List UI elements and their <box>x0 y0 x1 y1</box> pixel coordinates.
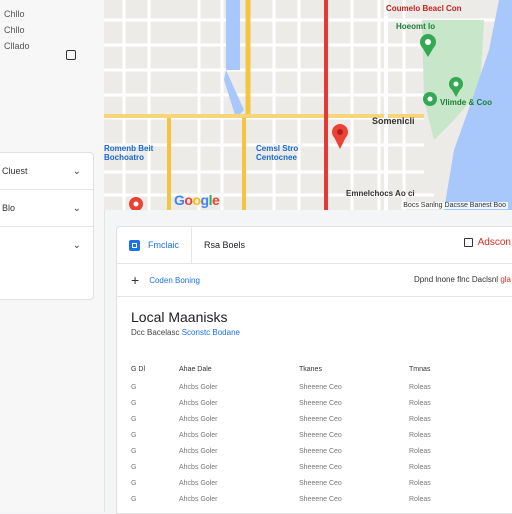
map-view[interactable]: Coumelo Beacl Con Hoeomt lo Somenlcli Vl… <box>104 0 512 210</box>
column-header[interactable]: Ahae Dale <box>179 366 212 373</box>
table-cell: G <box>131 384 137 391</box>
toolbar-info: Dpnd lnone flnc Daclsnl <box>414 275 499 284</box>
table-cell: Roleas <box>409 432 431 439</box>
sidebar-panel: Cluest ⌄ Blo ⌄ ⌄ <box>0 152 94 300</box>
table-cell: Ahcbs Goler <box>179 464 218 471</box>
google-logo: Google <box>174 192 220 208</box>
table-cell: G <box>131 432 137 439</box>
table-cell: Sheeene Ceo <box>299 448 342 455</box>
table-cell: G <box>131 496 137 503</box>
table-cell: G <box>131 400 137 407</box>
subtitle-prefix: Dcc Bacelasc <box>131 328 180 337</box>
table-cell: Roleas <box>409 480 431 487</box>
table-row[interactable]: G Ahcbs Goler Sheeene Ceo Roleas <box>131 432 511 444</box>
map-attribution[interactable]: Bocs Sanlng Dacsse Banest Boo <box>401 202 508 209</box>
sidebar-top-item[interactable]: Chllo <box>4 22 30 38</box>
table-cell: Roleas <box>409 384 431 391</box>
toolbar: + Coden Boning Dpnd lnone flnc Daclsnl g… <box>117 264 512 297</box>
table-cell: Sheeene Ceo <box>299 480 342 487</box>
sidebar-dropdown-label: Blo <box>2 203 16 213</box>
map-label: Cemsl Stro Centocnee <box>256 144 299 162</box>
table-cell: Sheeene Ceo <box>299 496 342 503</box>
table-cell: G <box>131 448 137 455</box>
calendar-icon[interactable] <box>66 50 76 60</box>
sidebar-top-item[interactable]: Cllado <box>4 38 30 54</box>
toolbar-action-link[interactable]: Coden Boning <box>149 276 200 285</box>
chevron-down-icon: ⌄ <box>72 165 81 177</box>
table-row[interactable]: G Ahcbs Goler Sheeene Ceo Roleas <box>131 400 511 412</box>
sidebar: Chllo Chllo Cllado Cluest ⌄ Blo ⌄ ⌄ <box>0 0 105 512</box>
table-row[interactable]: G Ahcbs Goler Sheeene Ceo Roleas <box>131 448 511 460</box>
subtitle-link[interactable]: Sconstc Bodane <box>182 328 240 337</box>
map-label: Hoeomt lo <box>396 22 436 31</box>
map-marker-green <box>423 92 437 106</box>
add-button[interactable]: Adscon <box>463 237 511 248</box>
table-row[interactable]: G Ahcbs Goler Sheeene Ceo Roleas <box>131 464 511 476</box>
map-label: Coumelo Beacl Con <box>386 4 462 13</box>
table-row[interactable]: G Ahcbs Goler Sheeene Ceo Roleas <box>131 480 511 492</box>
table-cell: Roleas <box>409 400 431 407</box>
sidebar-dropdown-label: Cluest <box>2 166 28 176</box>
grid-icon <box>129 239 140 251</box>
toolbar-right-text: Dpnd lnone flnc Daclsnl gla <box>414 275 511 284</box>
toolbar-link[interactable]: gla <box>500 275 511 284</box>
sidebar-top-item[interactable]: Chllo <box>4 6 30 22</box>
table-cell: Ahcbs Goler <box>179 400 218 407</box>
sidebar-dropdown[interactable]: Cluest ⌄ <box>0 153 93 190</box>
table-cell: Sheeene Ceo <box>299 400 342 407</box>
column-header[interactable]: Tkanes <box>299 366 322 373</box>
table-row[interactable]: G Ahcbs Goler Sheeene Ceo Roleas <box>131 416 511 428</box>
map-label: Emnelchocs Ao ci <box>346 189 415 198</box>
chevron-down-icon: ⌄ <box>72 202 81 214</box>
tab-rsa-boels[interactable]: Rsa Boels <box>192 227 257 263</box>
chevron-down-icon: ⌄ <box>72 240 81 251</box>
results-panel: Fmclaic Rsa Boels Adscon + Coden Boning … <box>116 226 512 514</box>
table-cell: Ahcbs Goler <box>179 384 218 391</box>
table-cell: Roleas <box>409 448 431 455</box>
table-cell: Sheeene Ceo <box>299 416 342 423</box>
table-cell: Sheeene Ceo <box>299 384 342 391</box>
table-row[interactable]: G Ahcbs Goler Sheeene Ceo Roleas <box>131 496 511 508</box>
tab-label: Fmclaic <box>148 240 179 250</box>
table-cell: Ahcbs Goler <box>179 432 218 439</box>
plus-icon[interactable]: + <box>131 272 139 288</box>
table-cell: Sheeene Ceo <box>299 464 342 471</box>
table-cell: Ahcbs Goler <box>179 496 218 503</box>
sidebar-dropdown[interactable]: ⌄ <box>0 227 93 264</box>
add-icon <box>463 238 473 247</box>
map-label: Romenb Beit Bochoatro <box>104 144 154 162</box>
table-cell: G <box>131 480 137 487</box>
map-label: Vlimde & Coo <box>440 98 493 107</box>
tab-fmclaic[interactable]: Fmclaic <box>117 227 192 263</box>
table-cell: Sheeene Ceo <box>299 432 342 439</box>
column-header[interactable]: G Dl <box>131 366 145 373</box>
table-cell: G <box>131 464 137 471</box>
table-cell: Roleas <box>409 416 431 423</box>
column-header[interactable]: Tmnas <box>409 366 430 373</box>
table-cell: Ahcbs Goler <box>179 416 218 423</box>
map-label: Somenlcli <box>372 116 415 126</box>
tab-bar: Fmclaic Rsa Boels Adscon <box>117 227 512 264</box>
table-cell: Ahcbs Goler <box>179 448 218 455</box>
table-cell: Roleas <box>409 464 431 471</box>
sidebar-top-list: Chllo Chllo Cllado <box>4 6 30 54</box>
table-row[interactable]: G Ahcbs Goler Sheeene Ceo Roleas <box>131 384 511 396</box>
sidebar-dropdown[interactable]: Blo ⌄ <box>0 190 93 227</box>
table-cell: G <box>131 416 137 423</box>
table-cell: Ahcbs Goler <box>179 480 218 487</box>
subtitle: Dcc Bacelasc Sconstc Bodane <box>131 328 240 337</box>
tab-label: Rsa Boels <box>204 240 246 250</box>
add-button-label: Adscon <box>477 237 511 248</box>
table-cell: Roleas <box>409 496 431 503</box>
page-title: Local Maanisks <box>131 309 228 325</box>
